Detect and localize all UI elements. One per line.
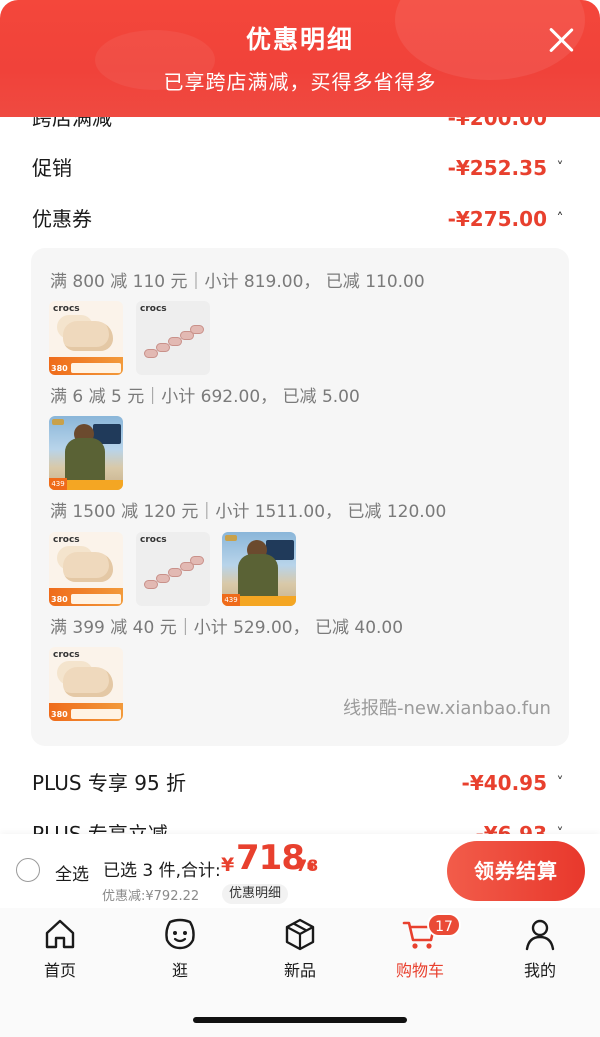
product-thumbnail-crocs-clog[interactable]: crocs 380: [49, 301, 123, 375]
select-all-checkbox[interactable]: [16, 858, 40, 882]
row-label: 促销: [32, 156, 72, 180]
selected-count-text: 已选 3 件,合计:: [103, 861, 221, 881]
tab-label: 首页: [43, 961, 76, 980]
checkout-button[interactable]: 领券结算: [447, 841, 585, 901]
currency-symbol: ¥: [221, 854, 235, 876]
row-coupon[interactable]: 优惠券 -¥275.00 ˄: [32, 199, 567, 239]
row-amount: -¥252.35: [447, 156, 547, 180]
row-plus-discount[interactable]: PLUS 专享 95 折 -¥40.95 ˅: [32, 763, 567, 803]
product-thumbnail-crocs-chain[interactable]: crocs: [136, 301, 210, 375]
product-thumbnail-camel-jacket[interactable]: 439: [49, 416, 123, 490]
home-indicator: [193, 1017, 407, 1023]
watermark-text: 线报酷-new.xianbao.fun: [343, 698, 551, 719]
row-amount: -¥275.00: [447, 207, 547, 231]
box-icon: [285, 918, 315, 951]
total-price-decimal: 78: [296, 856, 319, 875]
sheet-title: 优惠明细: [245, 25, 354, 54]
chevron-down-icon: ˅: [556, 775, 564, 791]
cart-count-badge: 17: [427, 913, 461, 937]
person-icon: [525, 919, 555, 951]
chevron-down-icon: ˅: [556, 160, 564, 176]
row-label: 优惠券: [32, 207, 92, 231]
row-label: PLUS 专享 95 折: [32, 771, 187, 795]
select-all-label[interactable]: 全选: [55, 860, 89, 885]
product-thumbnail-camel-jacket[interactable]: 439: [222, 532, 296, 606]
discount-total-text: 优惠减:¥792.22: [102, 889, 200, 904]
home-icon: [45, 919, 75, 949]
tab-new[interactable]: 新品: [250, 908, 350, 992]
tab-label: 我的: [523, 961, 556, 980]
coupon-tier-text: 满 6 减 5 元｜小计 692.00， 已减 5.00: [50, 387, 360, 407]
coupon-tier-text: 满 1500 减 120 元｜小计 1511.00， 已减 120.00: [50, 502, 447, 522]
product-thumbnail-crocs-clog[interactable]: crocs 380: [49, 647, 123, 721]
sheet-subtitle: 已享跨店满减，买得多省得多: [163, 70, 437, 94]
chevron-up-icon: ˄: [556, 211, 564, 227]
tab-browse[interactable]: 逛: [130, 908, 230, 992]
row-promotion[interactable]: 促销 -¥252.35 ˅: [32, 148, 567, 188]
product-thumbnail-crocs-clog[interactable]: crocs 380: [49, 532, 123, 606]
tab-label: 逛: [171, 961, 188, 980]
coupon-tier-text: 满 399 减 40 元｜小计 529.00， 已减 40.00: [50, 618, 404, 638]
product-thumbnail-crocs-chain[interactable]: crocs: [136, 532, 210, 606]
tab-home[interactable]: 首页: [10, 908, 110, 992]
tab-cart[interactable]: 17 购物车: [370, 908, 470, 992]
smile-face-icon: [165, 918, 195, 950]
row-amount: -¥40.95: [461, 771, 547, 795]
tab-mine[interactable]: 我的: [490, 908, 590, 992]
close-icon[interactable]: [543, 22, 579, 58]
discount-detail-link[interactable]: 优惠明细: [222, 884, 289, 904]
discount-detail-header: 优惠明细 已享跨店满减，买得多省得多: [0, 0, 600, 117]
tab-label: 购物车: [395, 961, 444, 980]
coupon-tier-text: 满 800 减 110 元｜小计 819.00， 已减 110.00: [50, 272, 425, 292]
checkout-bar: 全选 已选 3 件,合计: ¥ 718. 78 优惠减:¥792.22 优惠明细…: [0, 834, 600, 908]
tab-label: 新品: [283, 961, 316, 980]
